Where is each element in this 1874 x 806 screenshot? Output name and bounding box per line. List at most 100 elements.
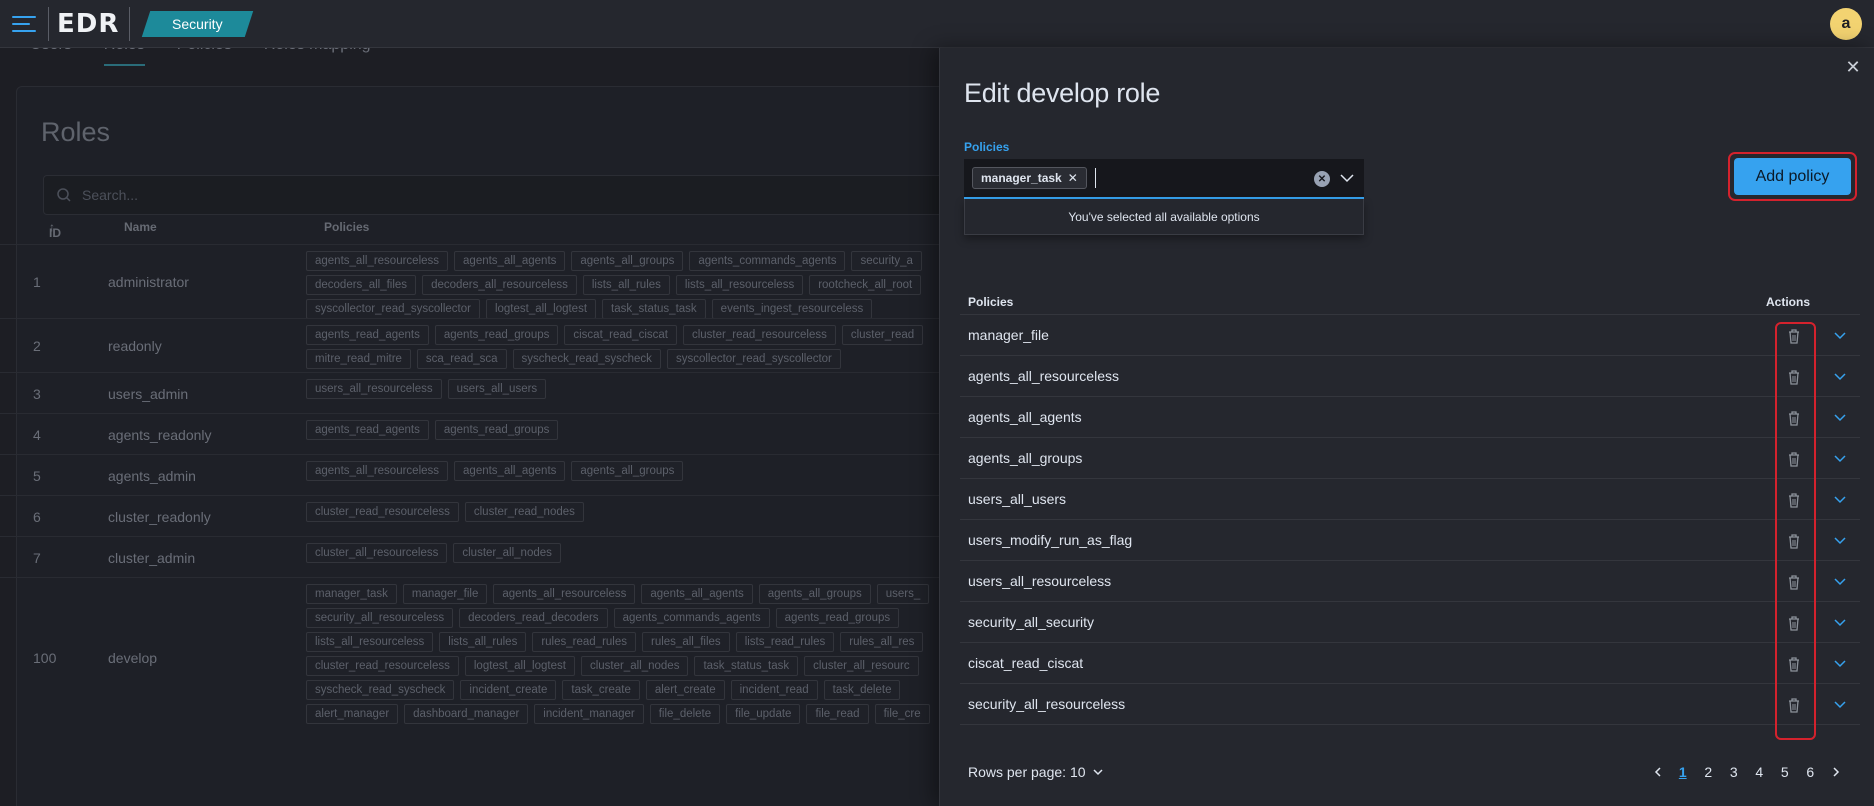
- table-row[interactable]: 6 cluster_readonly cluster_read_resourcele…: [0, 495, 940, 536]
- trash-icon[interactable]: [1786, 368, 1802, 386]
- table-row[interactable]: 1 administrator agents_all_resourceless age…: [0, 244, 940, 319]
- policy-name: manager_file: [968, 327, 1049, 343]
- policy-chip: agents_all_resourceless: [306, 251, 449, 271]
- role-name: agents_admin: [108, 467, 196, 484]
- pagination-bar: Rows per page: 10 123456: [968, 758, 1848, 788]
- pill-label: manager_task: [981, 171, 1062, 185]
- column-policies: Policies: [968, 295, 1014, 309]
- trash-icon[interactable]: [1786, 696, 1802, 714]
- roles-page-background: Users Roles Policies Roles mapping Roles…: [0, 48, 940, 806]
- expand-chevron-icon[interactable]: [1833, 656, 1847, 670]
- avatar[interactable]: a: [1830, 8, 1862, 40]
- policy-chip: task_status_task: [694, 656, 799, 676]
- page-title: Roles: [41, 117, 111, 147]
- table-row[interactable]: 5 agents_admin agents_all_resourceless agen…: [0, 454, 940, 495]
- page-link[interactable]: 5: [1772, 764, 1798, 780]
- policy-chip: syscheck_read_syscheck: [512, 349, 661, 369]
- policy-chip: agents_read_groups: [434, 325, 559, 345]
- column-policies[interactable]: Policies: [324, 220, 369, 234]
- table-row[interactable]: 100 develop manager_task manager_file agents…: [0, 577, 940, 737]
- table-row[interactable]: 4 agents_readonly agents_read_agents agents…: [0, 413, 940, 454]
- policy-name: users_all_users: [968, 491, 1067, 507]
- trash-icon[interactable]: [1786, 573, 1802, 591]
- top-bar: EDR Security a: [0, 0, 1874, 48]
- trash-icon[interactable]: [1786, 655, 1802, 673]
- policy-chip: security_all_resourceless: [306, 608, 454, 628]
- policy-chip: rules_read_rules: [532, 632, 636, 652]
- role-name: cluster_readonly: [108, 508, 211, 525]
- previous-page-icon[interactable]: [1645, 762, 1670, 782]
- expand-chevron-icon[interactable]: [1833, 410, 1847, 424]
- selected-policy-pill: manager_task ✕: [972, 167, 1087, 189]
- column-name[interactable]: Name: [124, 220, 157, 234]
- clear-icon[interactable]: ✕: [1314, 171, 1330, 187]
- policy-chip: incident_manager: [534, 704, 644, 724]
- policy-chip: users_all_users: [447, 379, 547, 399]
- add-policy-button[interactable]: Add policy: [1734, 158, 1851, 195]
- tab-users[interactable]: Users: [30, 48, 72, 66]
- policy-chip: mitre_read_mitre: [306, 349, 411, 369]
- page-link[interactable]: 2: [1696, 764, 1722, 780]
- roles-table: 1 administrator agents_all_resourceless age…: [0, 244, 940, 737]
- expand-chevron-icon[interactable]: [1833, 369, 1847, 383]
- table-row[interactable]: 3 users_admin users_all_resourceless users_…: [0, 372, 940, 413]
- expand-chevron-icon[interactable]: [1833, 615, 1847, 629]
- expand-chevron-icon[interactable]: [1833, 574, 1847, 588]
- policies-combobox[interactable]: manager_task ✕ ✕: [964, 159, 1364, 199]
- tab-policies[interactable]: Policies: [177, 48, 232, 66]
- policy-chip: users_all_resourceless: [306, 379, 442, 399]
- policy-chip: cluster_read_nodes: [464, 502, 584, 522]
- policy-chip: lists_all_rules: [439, 632, 527, 652]
- page-link[interactable]: 4: [1747, 764, 1773, 780]
- search-input[interactable]: Search...: [43, 175, 940, 215]
- role-name: agents_readonly: [108, 426, 212, 443]
- policy-chip: file_read: [806, 704, 869, 724]
- trash-icon[interactable]: [1786, 532, 1802, 550]
- trash-icon[interactable]: [1786, 327, 1802, 345]
- role-name: administrator: [108, 274, 189, 290]
- role-policies: agents_read_agents agents_read_groups cisc…: [306, 319, 940, 375]
- table-row[interactable]: 2 readonly agents_read_agents agents_read_g…: [0, 318, 940, 372]
- role-name: readonly: [108, 338, 162, 354]
- role-policies: manager_task manager_file agents_all_resou…: [306, 578, 940, 730]
- expand-chevron-icon[interactable]: [1833, 533, 1847, 547]
- table-row: users_all_users: [960, 479, 1860, 520]
- policy-name: ciscat_read_ciscat: [968, 655, 1084, 671]
- policy-chip: decoders_all_resourceless: [422, 275, 577, 295]
- expand-chevron-icon[interactable]: [1833, 697, 1847, 711]
- menu-icon[interactable]: [0, 0, 48, 48]
- trash-icon[interactable]: [1786, 450, 1802, 468]
- role-id: 3: [33, 385, 41, 402]
- trash-icon[interactable]: [1786, 491, 1802, 509]
- expand-chevron-icon[interactable]: [1833, 328, 1847, 342]
- expand-chevron-icon[interactable]: [1833, 492, 1847, 506]
- policy-chip: cluster_all_resourc: [804, 656, 919, 676]
- page-link[interactable]: 3: [1721, 764, 1747, 780]
- tab-roles-mapping[interactable]: Roles mapping: [264, 48, 371, 66]
- expand-chevron-icon[interactable]: [1833, 451, 1847, 465]
- chevron-down-icon[interactable]: [1340, 168, 1354, 188]
- policy-name: users_all_resourceless: [968, 573, 1112, 589]
- tabs: Users Roles Policies Roles mapping: [30, 48, 371, 66]
- policy-chip: syscollector_read_syscollector: [666, 349, 841, 369]
- column-id[interactable]: ID ↑: [49, 220, 61, 240]
- rows-per-page-select[interactable]: Rows per page: 10: [968, 764, 1104, 780]
- trash-icon[interactable]: [1786, 614, 1802, 632]
- breadcrumb-security[interactable]: Security: [142, 10, 254, 37]
- policy-chip: task_status_task: [602, 299, 706, 319]
- next-page-icon[interactable]: [1823, 762, 1848, 782]
- remove-pill-icon[interactable]: ✕: [1068, 171, 1078, 185]
- policy-chip: rootcheck_all_root: [809, 275, 922, 295]
- policy-chip: manager_task: [306, 584, 397, 604]
- tab-roles[interactable]: Roles: [103, 48, 145, 66]
- page-link[interactable]: 1: [1670, 764, 1696, 780]
- table-header: ID ↑ Name Policies: [0, 214, 940, 244]
- close-icon[interactable]: ✕: [1844, 58, 1862, 76]
- page-link[interactable]: 6: [1798, 764, 1824, 780]
- table-row[interactable]: 7 cluster_admin cluster_all_resourceless cl…: [0, 536, 940, 577]
- policy-chip: task_create: [562, 680, 640, 700]
- policy-chip: security_a: [851, 251, 922, 271]
- trash-icon[interactable]: [1786, 409, 1802, 427]
- policy-chip: lists_all_resourceless: [675, 275, 804, 295]
- app-logo[interactable]: EDR: [49, 9, 129, 39]
